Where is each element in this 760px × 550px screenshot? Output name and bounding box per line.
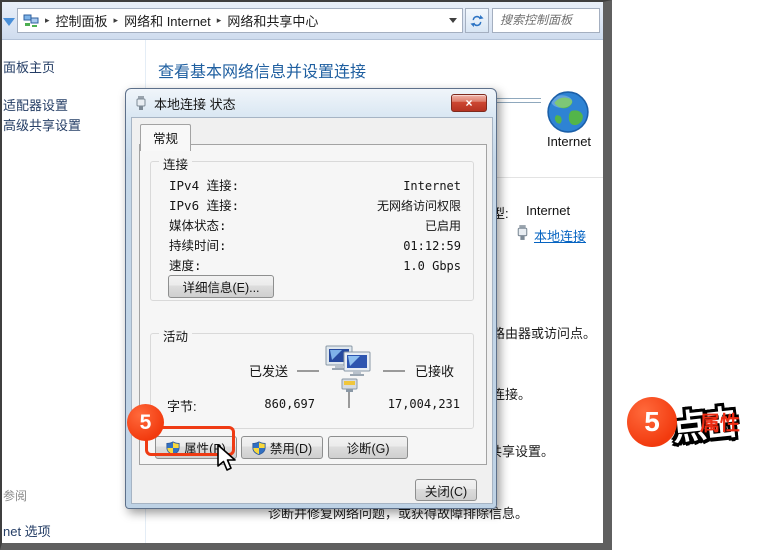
sidebar-item-internet-options[interactable]: net 选项 <box>3 521 51 540</box>
received-label: 已接收 <box>415 361 454 380</box>
details-button[interactable]: 详细信息(E)... <box>168 275 274 298</box>
search-input[interactable]: 搜索控制面板 <box>492 8 600 33</box>
callout-target-text: 属性 <box>700 407 740 436</box>
breadcrumb-network-internet[interactable]: 网络和 Internet <box>124 11 211 30</box>
internet-globe-icon[interactable] <box>546 90 590 134</box>
duration-label: 持续时间: <box>169 236 227 256</box>
breadcrumb-dropdown-icon[interactable] <box>449 18 457 23</box>
page-title: 查看基本网络信息并设置连接 <box>158 58 366 82</box>
row-duration: 持续时间: 01:12:59 <box>169 236 461 256</box>
ipv6-value: 无网络访问权限 <box>377 196 461 216</box>
sidebar-item-home[interactable]: 面板主页 <box>3 57 55 76</box>
diagnose-button[interactable]: 诊断(G) <box>328 436 408 459</box>
step-badge: 5 <box>627 397 677 447</box>
connection-plug-icon <box>516 224 529 241</box>
see-also-heading: 参阅 <box>3 487 27 504</box>
section-separator <box>497 177 603 178</box>
bytes-divider <box>348 392 350 408</box>
internet-node-label: Internet <box>538 134 600 149</box>
sidebar-item-adapter-settings[interactable]: 适配器设置 <box>3 95 68 114</box>
breadcrumb-control-panel[interactable]: 控制面板 <box>56 11 108 30</box>
speed-value: 1.0 Gbps <box>403 256 461 276</box>
row-ipv6: IPv6 连接: 无网络访问权限 <box>169 196 461 216</box>
breadcrumb[interactable]: ▸ 控制面板 ▸ 网络和 Internet ▸ 网络和共享中心 <box>17 8 463 33</box>
bg-text-connect: 连接。 <box>492 384 531 403</box>
bytes-label: 字节: <box>167 396 197 415</box>
breadcrumb-sharing-center[interactable]: 网络和共享中心 <box>227 11 318 30</box>
ipv6-label: IPv6 连接: <box>169 196 239 216</box>
bytes-sent-value: 860,697 <box>235 397 315 411</box>
nav-dropdown-icon[interactable] <box>3 18 15 26</box>
tab-general[interactable]: 常规 <box>140 124 191 151</box>
dialog-title: 本地连接 状态 <box>154 94 236 113</box>
bytes-received-value: 17,004,231 <box>380 397 460 411</box>
refresh-button[interactable] <box>465 8 489 33</box>
sent-label: 已发送 <box>249 361 288 380</box>
row-speed: 速度: 1.0 Gbps <box>169 256 461 276</box>
sent-connector <box>297 370 319 372</box>
address-toolbar: ▸ 控制面板 ▸ 网络和 Internet ▸ 网络和共享中心 搜索控制面板 <box>2 2 603 40</box>
breadcrumb-separator-icon: ▸ <box>215 15 224 26</box>
row-ipv4: IPv4 连接: Internet <box>169 176 461 196</box>
breadcrumb-separator-icon: ▸ <box>43 15 52 26</box>
duration-value: 01:12:59 <box>403 236 461 256</box>
media-state-value: 已启用 <box>425 216 461 236</box>
speed-label: 速度: <box>169 256 202 276</box>
received-connector <box>383 370 405 372</box>
ipv4-label: IPv4 连接: <box>169 176 239 196</box>
close-button[interactable]: 关闭(C) <box>415 479 477 501</box>
sidebar-item-advanced-sharing[interactable]: 高级共享设置 <box>3 115 81 134</box>
network-icon <box>23 14 39 28</box>
breadcrumb-separator-icon: ▸ <box>112 15 121 26</box>
local-connection-link[interactable]: 本地连接 <box>534 226 586 245</box>
computers-activity-icon <box>322 342 376 396</box>
close-button-label: 关闭(C) <box>425 481 467 500</box>
disable-button-label: 禁用(D) <box>270 438 312 457</box>
ipv4-value: Internet <box>403 176 461 196</box>
diagnose-button-label: 诊断(G) <box>346 438 389 457</box>
details-button-label: 详细信息(E)... <box>182 277 259 296</box>
media-state-label: 媒体状态: <box>169 216 227 236</box>
plug-icon <box>135 95 147 111</box>
refresh-icon <box>470 14 484 28</box>
disable-button[interactable]: 禁用(D) <box>241 436 323 459</box>
captured-window: ▸ 控制面板 ▸ 网络和 Internet ▸ 网络和共享中心 搜索控制面板 面… <box>0 0 612 550</box>
step-badge: 5 <box>127 404 164 441</box>
network-map-connector <box>497 98 541 103</box>
access-type-value: Internet <box>526 203 570 218</box>
connection-legend: 连接 <box>159 154 192 173</box>
row-media-state: 媒体状态: 已启用 <box>169 216 461 236</box>
activity-legend: 活动 <box>159 326 192 345</box>
uac-shield-icon <box>252 441 266 455</box>
close-icon[interactable]: × <box>451 94 487 112</box>
activity-groupbox: 活动 已发送 <box>150 333 474 429</box>
dialog-titlebar[interactable]: 本地连接 状态 × <box>126 89 496 117</box>
bg-text-router: 路由器或访问点。 <box>492 323 596 342</box>
mouse-cursor-icon <box>215 443 237 473</box>
tab-page-general: 连接 IPv4 连接: Internet IPv6 连接: 无网络访问权限 媒体… <box>139 144 487 465</box>
